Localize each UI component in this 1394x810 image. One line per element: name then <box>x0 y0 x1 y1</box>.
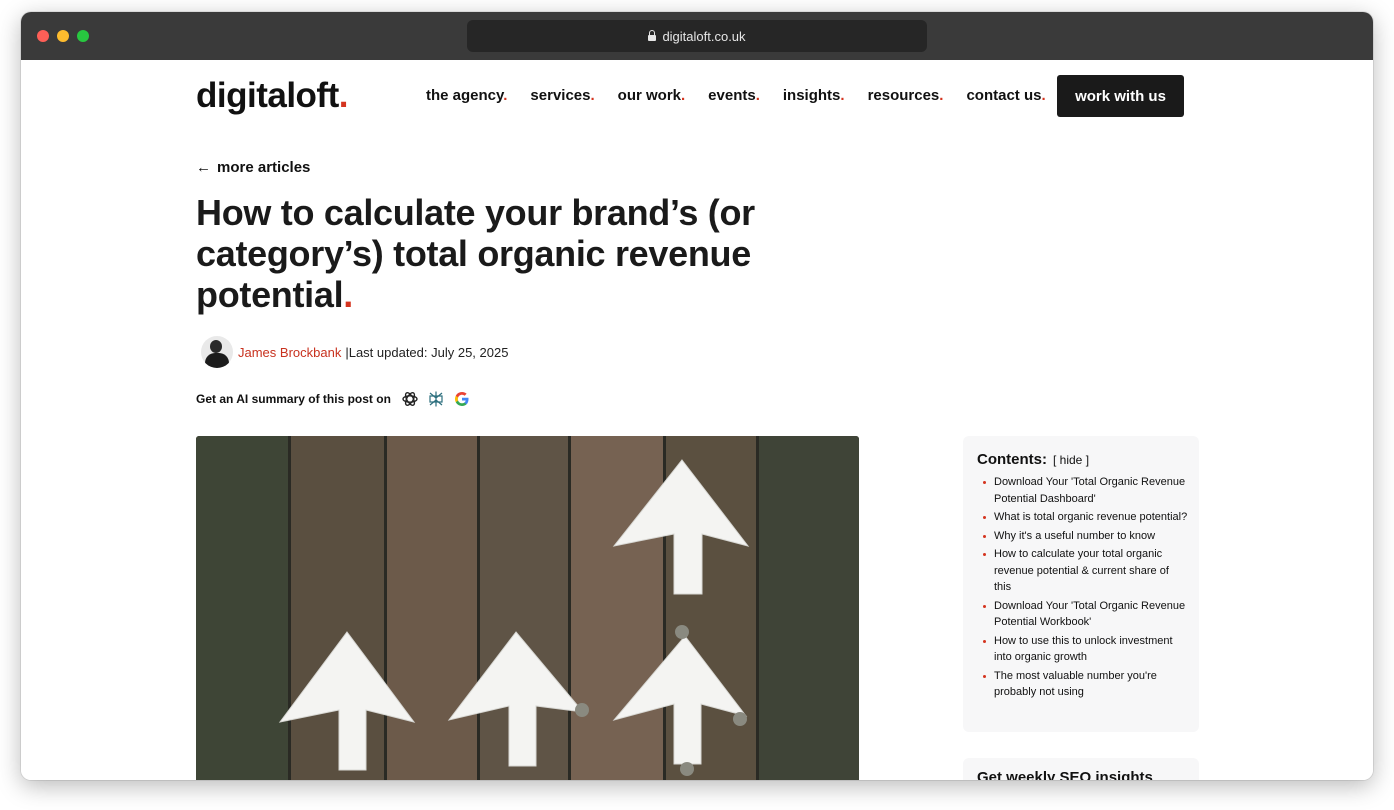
author-avatar <box>201 336 233 368</box>
minimize-window-button[interactable] <box>57 30 69 42</box>
nav-item-contact-us[interactable]: contact us. <box>966 87 1045 104</box>
title-line: potential <box>196 274 344 315</box>
nav-item-insights[interactable]: insights. <box>783 87 845 104</box>
nav-item-our-work[interactable]: our work. <box>618 87 686 104</box>
toc-item[interactable]: What is total organic revenue potential? <box>983 509 1189 526</box>
title-dot: . <box>343 274 353 315</box>
close-window-button[interactable] <box>37 30 49 42</box>
nav-dot: . <box>503 87 508 104</box>
browser-titlebar: digitaloft.co.uk <box>21 12 1373 60</box>
more-articles-link[interactable]: ← more articles <box>196 159 310 176</box>
toc-heading: Contents: [ hide ] <box>977 451 1089 468</box>
nav-dot: . <box>840 87 845 104</box>
nav-label: the agency <box>426 87 504 104</box>
ai-summary-row: Get an AI summary of this post on <box>196 390 471 408</box>
chatgpt-icon[interactable] <box>401 390 419 408</box>
toc-item[interactable]: Download Your 'Total Organic Revenue Pot… <box>983 598 1189 631</box>
toc-item[interactable]: How to use this to unlock investment int… <box>983 633 1189 666</box>
nav-dot: . <box>755 87 760 104</box>
site-logo[interactable]: digitaloft. <box>196 76 348 116</box>
article-title: How to calculate your brand’s (or categor… <box>196 192 796 315</box>
last-updated: Last updated: July 25, 2025 <box>348 344 509 360</box>
newsletter-title: Get weekly SEO insights <box>977 769 1153 780</box>
nav-label: our work <box>617 87 681 104</box>
article-hero-image <box>196 436 859 780</box>
toc-heading-text: Contents: <box>977 451 1047 468</box>
lock-icon <box>648 30 657 41</box>
maximize-window-button[interactable] <box>77 30 89 42</box>
toc-item[interactable]: The most valuable number you're probably… <box>983 668 1189 701</box>
nav-item-resources[interactable]: resources. <box>868 87 944 104</box>
nav-item-the-agency[interactable]: the agency. <box>426 87 507 104</box>
google-icon[interactable] <box>453 390 471 408</box>
toc-list: Download Your 'Total Organic Revenue Pot… <box>983 474 1189 703</box>
nav-dot: . <box>939 87 944 104</box>
nav-dot: . <box>590 87 595 104</box>
more-articles-label: more articles <box>217 159 311 176</box>
address-bar[interactable]: digitaloft.co.uk <box>467 20 927 52</box>
perplexity-icon[interactable] <box>427 390 445 408</box>
url-text: digitaloft.co.uk <box>662 28 746 44</box>
nav-dot: . <box>1041 87 1046 104</box>
title-line: category’s) total organic revenue <box>196 233 751 274</box>
ai-summary-label: Get an AI summary of this post on <box>196 392 391 406</box>
toc-item[interactable]: Why it's a useful number to know <box>983 528 1189 545</box>
author-link[interactable]: James Brockbank <box>238 345 341 360</box>
nav-label: events <box>708 87 756 104</box>
nav-label: services <box>530 87 591 104</box>
toc-hide-toggle[interactable]: [ hide ] <box>1053 453 1089 467</box>
toc-item[interactable]: How to calculate your total organic reve… <box>983 546 1189 596</box>
logo-text: digitaloft <box>196 76 339 115</box>
browser-window: digitaloft.co.uk digitaloft. the agency.… <box>21 12 1373 780</box>
nav-label: contact us <box>966 87 1042 104</box>
nav-label: insights <box>782 87 841 104</box>
logo-dot: . <box>338 76 349 115</box>
title-line: How to calculate your brand’s (or <box>196 192 755 233</box>
byline: James Brockbank | Last updated: July 25,… <box>201 336 508 368</box>
table-of-contents: Contents: [ hide ] Download Your 'Total O… <box>963 436 1199 732</box>
toc-item[interactable]: Download Your 'Total Organic Revenue Pot… <box>983 474 1189 507</box>
newsletter-box: Get weekly SEO insights <box>963 758 1199 780</box>
webpage: digitaloft. the agency. services. our wo… <box>21 60 1373 780</box>
nav-label: resources <box>867 87 940 104</box>
main-nav: the agency. services. our work. events. … <box>426 87 1069 104</box>
arrow-left-icon: ← <box>196 159 211 176</box>
nav-item-events[interactable]: events. <box>708 87 760 104</box>
work-with-us-button[interactable]: work with us <box>1057 75 1184 117</box>
nav-item-services[interactable]: services. <box>530 87 594 104</box>
nav-dot: . <box>681 87 686 104</box>
